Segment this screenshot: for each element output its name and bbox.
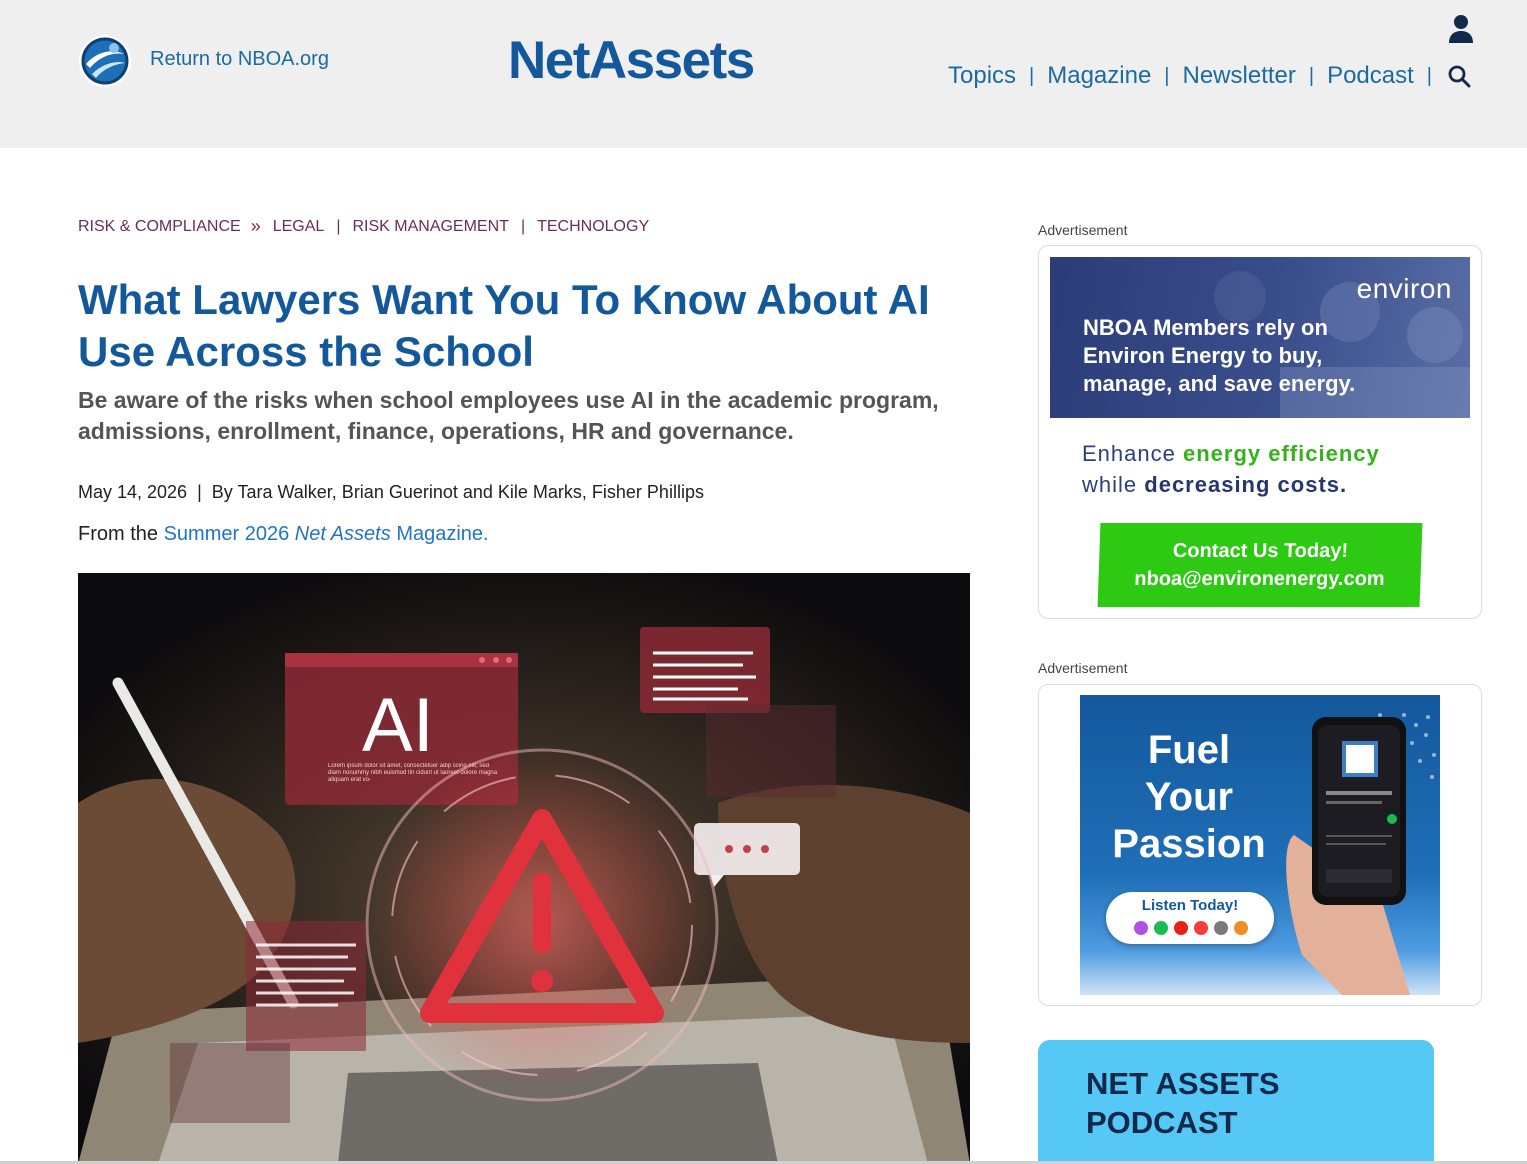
rss-icon [1214, 921, 1228, 935]
contact-button-line-2: nboa@environenergy.com [1133, 568, 1386, 590]
issue-link-magazine: Net Assets [294, 523, 391, 545]
headline-line-3: Passion [1112, 822, 1266, 866]
nav-newsletter[interactable]: Newsletter [1183, 62, 1296, 90]
listen-today-label: Listen Today! [1141, 897, 1239, 914]
site-header: Return to NBOA.org NetAssets Topics | Ma… [0, 0, 1527, 148]
podcast-ad-banner: Fuel Your Passion Listen Today! [1080, 695, 1440, 995]
issue-prefix: From the [78, 523, 159, 545]
article-date: May 14, 2026 [78, 482, 188, 502]
chevron-double-right-icon: » [250, 216, 261, 236]
nav-separator: | [1308, 64, 1315, 87]
podcast-card[interactable]: NET ASSETS PODCAST [1038, 1040, 1434, 1164]
nav-podcast[interactable]: Podcast [1327, 62, 1414, 90]
article-title: What Lawyers Want You To Know About AI U… [78, 276, 930, 375]
article-subtitle: Be aware of the risks when school employ… [78, 387, 939, 444]
environ-tagline: Enhance energy efficiency while decreasi… [1082, 438, 1380, 500]
tag-separator: | [336, 217, 341, 235]
tag-part-1: Enhance [1082, 441, 1176, 466]
tag-separator: | [520, 217, 526, 235]
nav-magazine[interactable]: Magazine [1047, 62, 1151, 90]
youtube-icon [1174, 921, 1188, 935]
apple-podcasts-icon [1134, 921, 1148, 935]
spotify-icon [1154, 921, 1168, 935]
ai-warning-illustration: AI Lorem ipsum dolor sit amet, consectet… [78, 573, 970, 1164]
listen-today-pill[interactable]: Listen Today! [1106, 892, 1274, 944]
headline-line-1: Fuel [1147, 728, 1231, 772]
search-icon[interactable] [1447, 64, 1471, 88]
site-logo[interactable]: NetAssets [508, 30, 755, 91]
breadcrumb-category[interactable]: RISK & COMPLIANCE [78, 218, 241, 236]
nav-topics[interactable]: Topics [948, 62, 1016, 90]
nboa-logo-icon[interactable] [78, 34, 132, 88]
podcast-platform-icons [1134, 921, 1248, 935]
issue-link[interactable]: Summer 2026 Net Assets Magazine. [164, 523, 489, 545]
issue-source: From the Summer 2026 Net Assets Magazine… [78, 523, 489, 546]
tag-part-3: while [1082, 472, 1138, 497]
tag-risk-management[interactable]: RISK MANAGEMENT [352, 218, 508, 236]
environ-headline: NBOA Members rely on Environ Energy to b… [1083, 315, 1356, 396]
overcast-icon [1234, 921, 1248, 935]
headline-line-2: Your [1144, 775, 1234, 819]
nav-separator: | [1426, 64, 1432, 87]
user-account-icon[interactable] [1447, 14, 1475, 44]
tag-technology[interactable]: TECHNOLOGY [537, 218, 649, 236]
advertisement-label: Advertisement [1038, 222, 1128, 238]
podcast-card-title: NET ASSETS PODCAST [1086, 1066, 1280, 1140]
nav-separator: | [1029, 64, 1035, 87]
tag-part-2: energy efficiency [1182, 441, 1380, 466]
environ-banner: environ NBOA Members rely on Environ Ene… [1050, 257, 1470, 418]
environ-logo: environ [1356, 273, 1452, 304]
article-meta: May 14, 2026 | By Tara Walker, Brian Gueri… [78, 482, 704, 503]
environ-contact-button[interactable]: Contact Us Today! nboa@environenergy.com [1097, 523, 1423, 607]
main-nav: Topics | Magazine | Newsletter | Podcast… [948, 60, 1471, 92]
advertisement-label: Advertisement [1038, 660, 1128, 676]
meta-separator: | [197, 482, 202, 502]
return-to-nboa-link[interactable]: Return to NBOA.org [150, 48, 329, 71]
contact-button-line-1: Contact Us Today! [1172, 540, 1349, 562]
ai-label: AI [362, 683, 434, 768]
environ-ad[interactable]: environ NBOA Members rely on Environ Ene… [1038, 245, 1482, 619]
podcast-ad[interactable]: Fuel Your Passion Listen Today! [1038, 684, 1482, 1006]
breadcrumb: RISK & COMPLIANCE » LEGAL | RISK MANAGEM… [78, 216, 649, 237]
podcast-ad-headline: Fuel Your Passion [1102, 727, 1276, 868]
tag-part-4: decreasing costs. [1144, 472, 1348, 497]
article-byline: By Tara Walker, Brian Guerinot and Kile … [211, 482, 704, 502]
issue-link-season: Summer 2026 [163, 523, 290, 545]
nav-separator: | [1164, 64, 1170, 87]
podcast-app-icon [1194, 921, 1208, 935]
issue-link-suffix: Magazine. [396, 523, 489, 545]
hero-image: AI Lorem ipsum dolor sit amet, consectet… [78, 573, 970, 1164]
tag-legal[interactable]: LEGAL [273, 218, 325, 236]
